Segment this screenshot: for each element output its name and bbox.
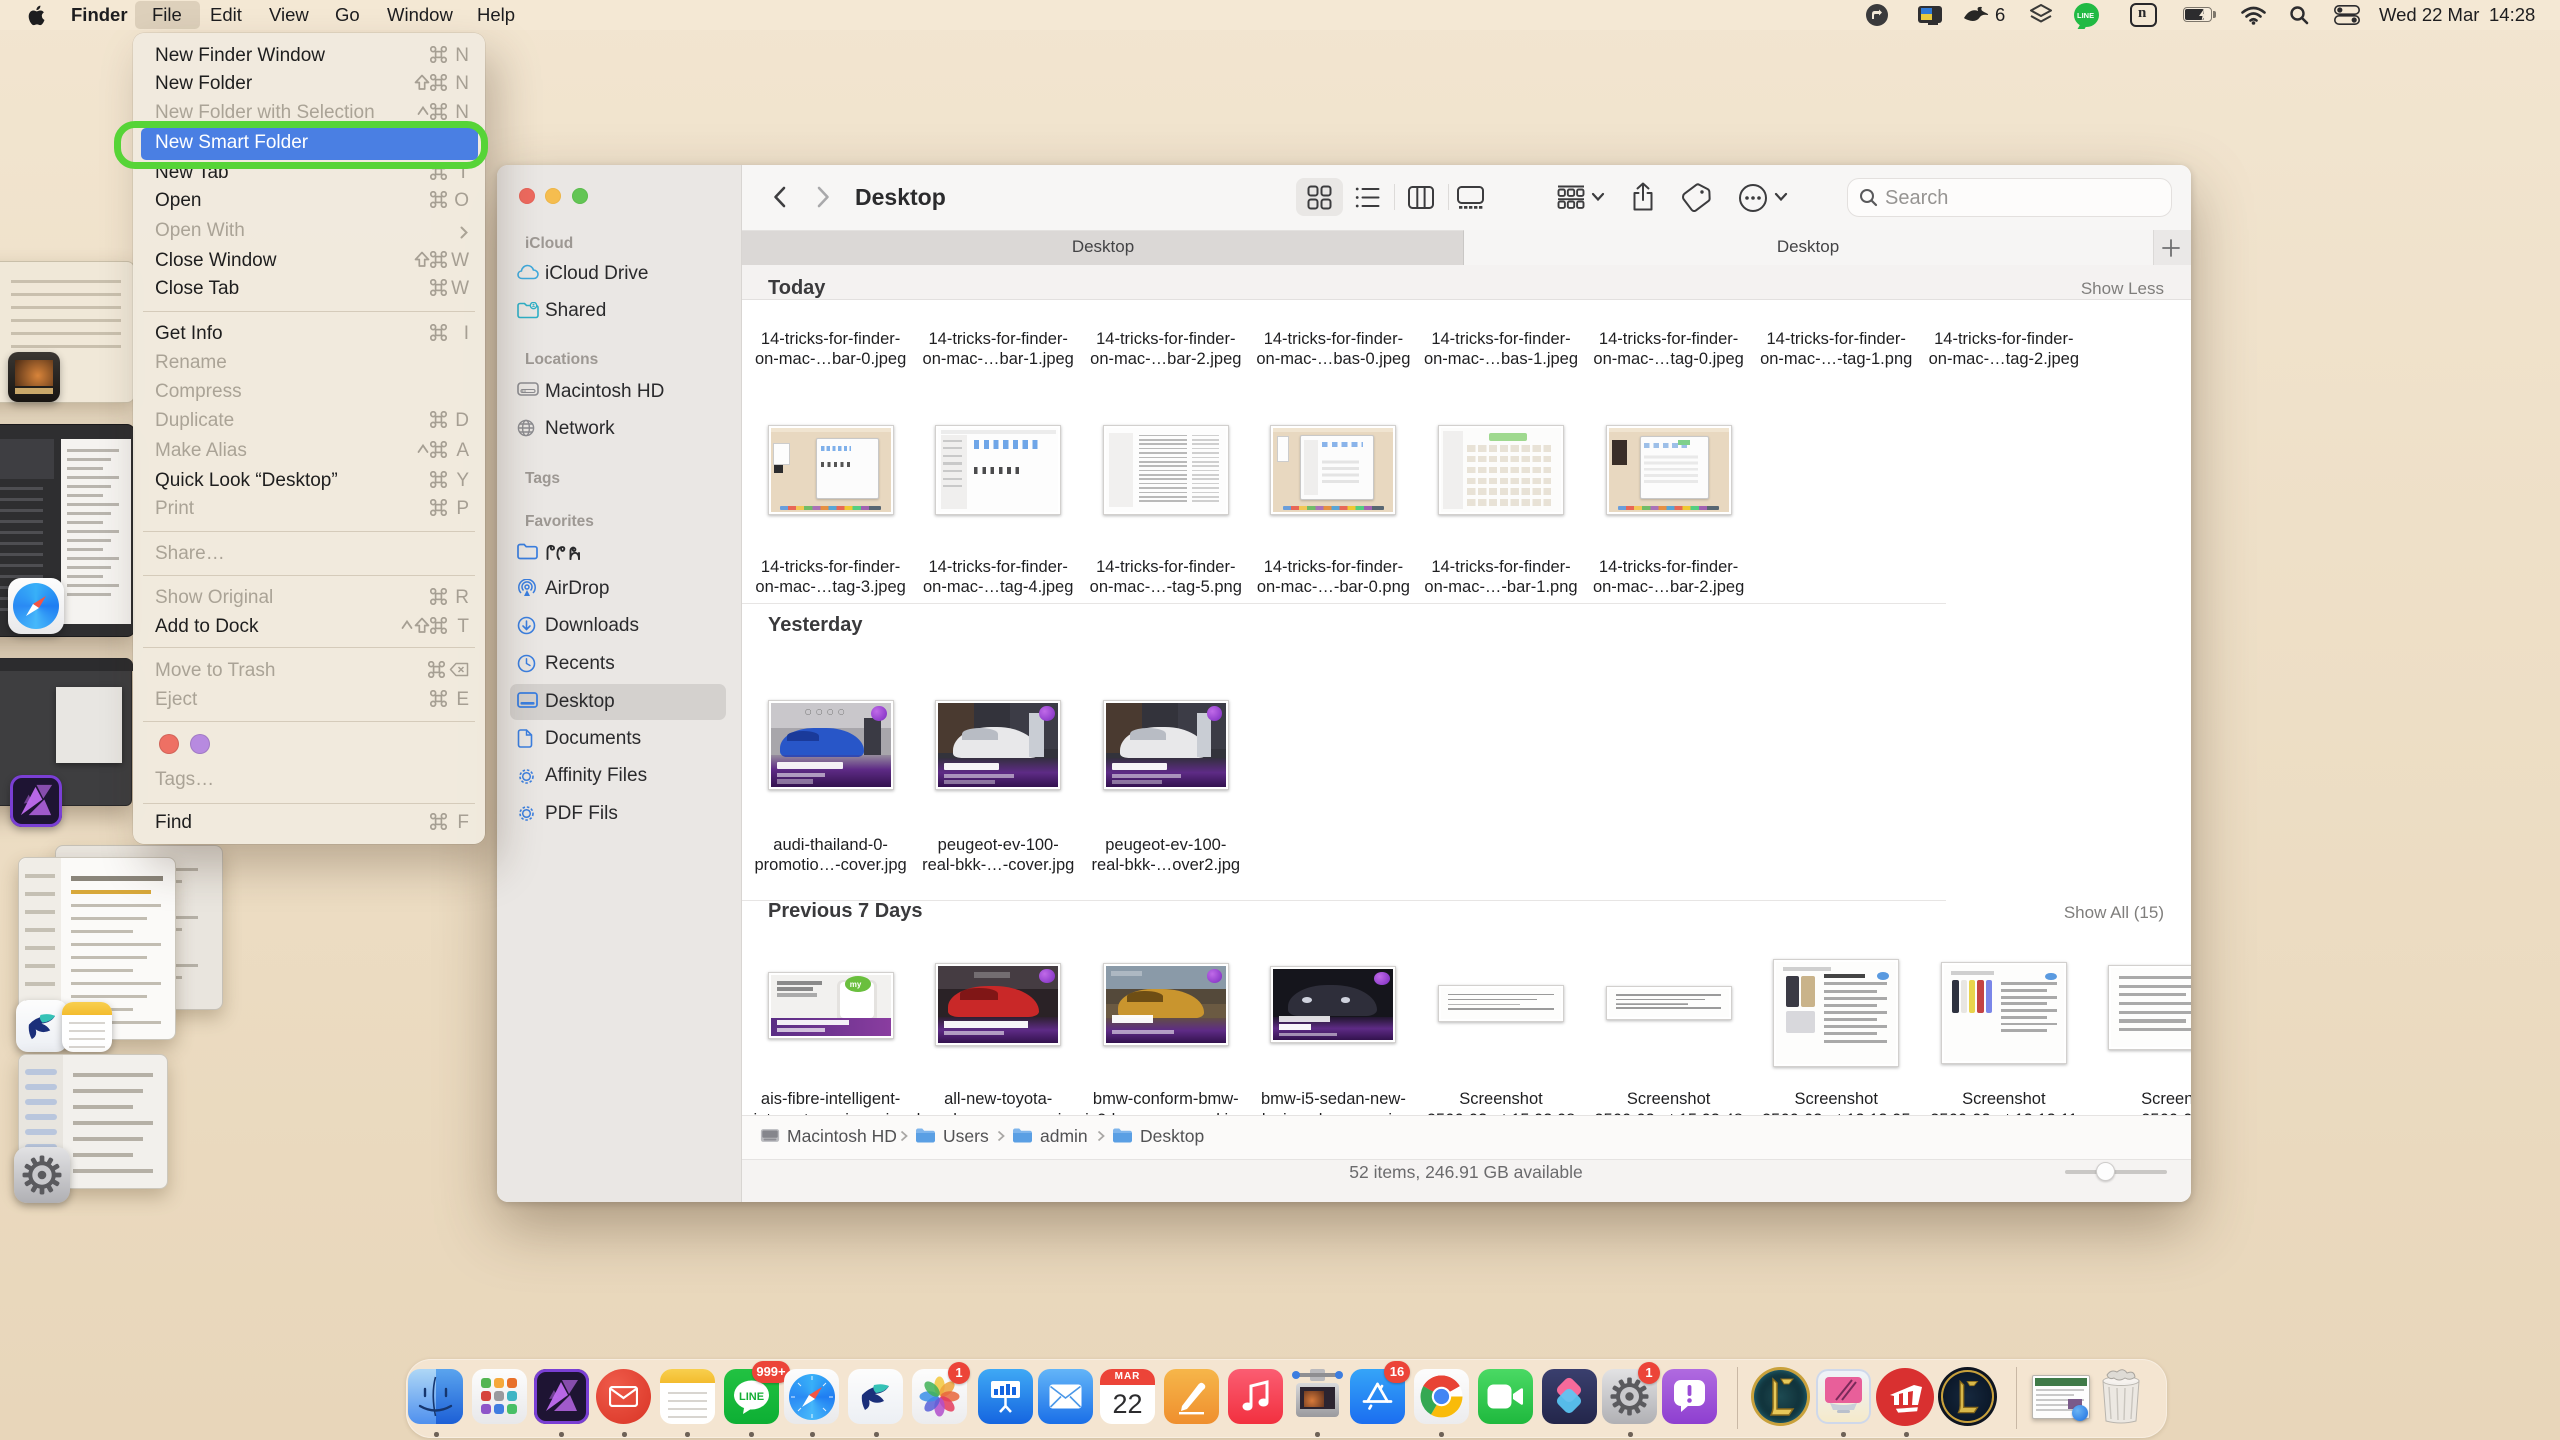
svg-text:LINE: LINE [739,1391,764,1403]
